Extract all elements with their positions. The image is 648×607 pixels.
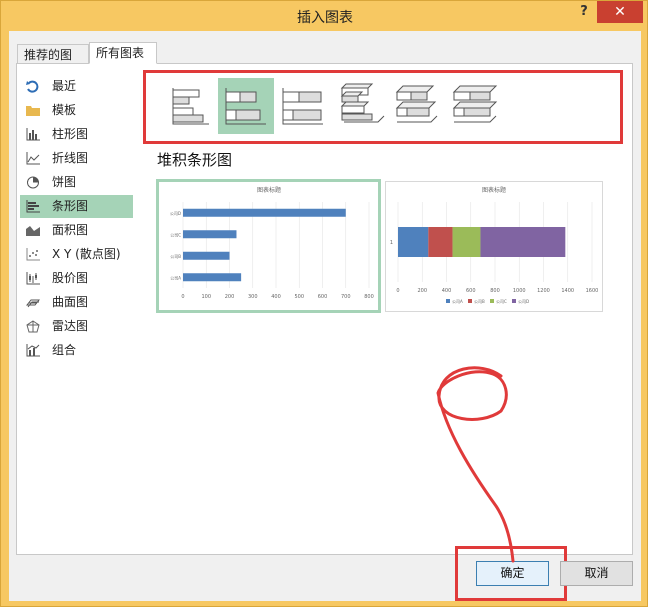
x-tick-label: 400: [271, 294, 281, 300]
dialog-body: 推荐的图表 所有图表 最近 模板 柱形图 折线图 饼图: [9, 31, 641, 601]
dialog-title: 插入图表: [297, 10, 353, 26]
radar-chart-icon: [26, 320, 40, 333]
surface-chart-icon: [26, 299, 40, 308]
preview-2-chart: 图表标题 0 200 400 600 800 1000 1200 1400 1600 1 公司A 公司B…: [390, 186, 599, 304]
bar-chart-icon: [26, 200, 40, 213]
sidebar-item-label: 饼图: [52, 175, 77, 189]
legend-label: 公司D: [518, 299, 529, 304]
chart-title: 图表标题: [257, 186, 281, 194]
sidebar-item-label: 最近: [52, 79, 77, 93]
sidebar-item-label: 股价图: [52, 271, 89, 285]
sidebar-item-templates[interactable]: 模板: [20, 99, 133, 122]
x-tick-label: 1600: [586, 288, 599, 294]
sidebar-item-label: X Y (散点图): [52, 247, 121, 261]
bar: [183, 273, 242, 282]
recent-icon: [26, 80, 39, 93]
scatter-chart-icon: [26, 248, 40, 261]
legend-swatch: [468, 299, 472, 303]
y-tick-label: 公司A: [170, 275, 181, 280]
stacked-bar-segment: [480, 227, 566, 257]
stacked-bar-segment: [428, 227, 453, 257]
stock-chart-icon: [26, 272, 40, 285]
ok-button[interactable]: 确定: [476, 561, 549, 586]
sidebar-item-area[interactable]: 面积图: [20, 219, 133, 242]
x-tick-label: 200: [417, 288, 427, 294]
sidebar-item-column[interactable]: 柱形图: [20, 123, 133, 146]
x-tick-label: 600: [318, 294, 328, 300]
x-tick-label: 1400: [561, 288, 574, 294]
sidebar-item-pie[interactable]: 饼图: [20, 171, 133, 194]
x-tick-label: 800: [364, 294, 374, 300]
sidebar-item-bar[interactable]: 条形图: [20, 195, 133, 218]
title-bar: 插入图表 ? ✕: [1, 1, 648, 31]
sidebar-item-label: 模板: [52, 103, 77, 117]
column-chart-icon: [26, 128, 40, 141]
tab-recommended-charts[interactable]: 推荐的图表: [17, 44, 89, 82]
chart-title: 图表标题: [482, 186, 506, 194]
x-tick-label: 1000: [513, 288, 526, 294]
sidebar-item-label: 折线图: [52, 151, 89, 165]
sidebar-item-scatter[interactable]: X Y (散点图): [20, 243, 133, 266]
annotation-red-box-subtypes: [143, 70, 623, 144]
insert-chart-dialog: 插入图表 ? ✕ 推荐的图表 所有图表 最近 模板 柱形图 折线图: [0, 0, 648, 607]
area-chart-icon: [26, 226, 40, 236]
stacked-bar-segment: [398, 227, 429, 257]
y-tick-label: 1: [390, 240, 393, 246]
y-tick-label: 公司C: [170, 232, 181, 237]
x-tick-label: 500: [294, 294, 304, 300]
y-tick-label: 公司B: [170, 254, 181, 259]
preview-1-chart: 图表标题 0 100 200 300 400 500 600 700 800 公司A 公司B 公司C 公司…: [170, 186, 374, 300]
sidebar-item-radar[interactable]: 雷达图: [20, 315, 133, 338]
sidebar-item-label: 组合: [52, 343, 77, 357]
y-tick-label: 公司D: [170, 211, 181, 216]
legend-label: 公司C: [496, 299, 507, 304]
x-tick-label: 0: [181, 294, 184, 300]
help-button[interactable]: ?: [577, 4, 591, 24]
folder-icon: [26, 106, 40, 116]
stacked-bar-segment: [452, 227, 481, 257]
x-tick-label: 400: [442, 288, 452, 294]
sidebar-item-surface[interactable]: 曲面图: [20, 291, 133, 314]
legend-swatch: [446, 299, 450, 303]
close-button[interactable]: ✕: [597, 1, 643, 23]
x-tick-label: 600: [466, 288, 476, 294]
sidebar-item-combo[interactable]: 组合: [20, 339, 133, 362]
bar: [183, 230, 237, 239]
sidebar-item-stock[interactable]: 股价图: [20, 267, 133, 290]
bar: [183, 208, 346, 217]
legend-swatch: [490, 299, 494, 303]
sidebar-item-label: 雷达图: [52, 319, 89, 333]
sidebar-item-label: 面积图: [52, 223, 89, 237]
combo-chart-icon: [26, 344, 40, 357]
chart-subtype-title: 堆积条形图: [157, 151, 233, 169]
tab-all-charts[interactable]: 所有图表: [89, 42, 157, 64]
line-chart-icon: [26, 152, 40, 165]
chart-preview-2[interactable]: 图表标题 0 200 400 600 800 1000 1200 1400 1600 1 公司A 公司B…: [385, 181, 603, 312]
x-tick-label: 300: [248, 294, 258, 300]
sidebar-item-line[interactable]: 折线图: [20, 147, 133, 170]
sidebar-item-label: 条形图: [52, 199, 89, 213]
x-tick-label: 700: [341, 294, 351, 300]
sidebar-item-label: 曲面图: [52, 295, 89, 309]
cancel-button[interactable]: 取消: [560, 561, 633, 586]
pie-chart-icon: [27, 176, 39, 189]
legend-label: 公司B: [474, 299, 485, 304]
legend-label: 公司A: [452, 299, 463, 304]
sidebar-item-label: 柱形图: [52, 127, 89, 141]
sidebar-item-recent[interactable]: 最近: [20, 75, 133, 98]
bar: [183, 251, 230, 260]
chart-preview-1[interactable]: 图表标题 0 100 200 300 400 500 600 700 800 公司A 公司B 公司C 公司…: [156, 179, 381, 313]
x-tick-label: 100: [201, 294, 211, 300]
legend-swatch: [512, 299, 516, 303]
x-tick-label: 800: [490, 288, 500, 294]
x-tick-label: 200: [225, 294, 235, 300]
x-tick-label: 0: [396, 288, 399, 294]
x-tick-label: 1200: [537, 288, 550, 294]
